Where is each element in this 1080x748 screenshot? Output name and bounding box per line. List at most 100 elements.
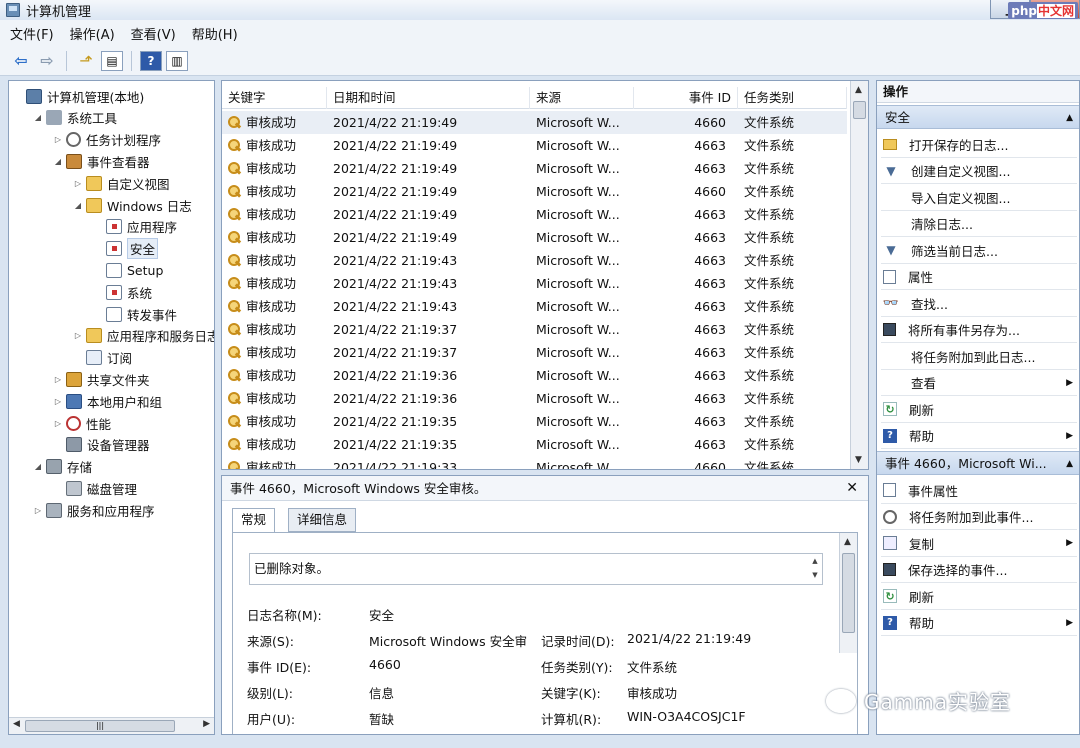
table-row[interactable]: 审核成功 2021/4/22 21:19:49 Microsoft W... 4660… [222, 180, 847, 203]
table-row[interactable]: 审核成功 2021/4/22 21:19:36 Microsoft W... 4663… [222, 364, 847, 387]
expand-arrow-icon[interactable]: ▷ [53, 375, 63, 384]
expand-arrow-icon[interactable]: ▷ [33, 506, 43, 515]
action-item[interactable]: ↻ 刷新 [877, 396, 1079, 422]
actions-section-event[interactable]: 事件 4660，Microsoft Wi... ▲ [877, 451, 1079, 475]
tree-item[interactable]: ▷ 自定义视图 [73, 172, 170, 194]
tree-item[interactable]: ▷ 服务和应用程序 [33, 499, 155, 521]
expand-arrow-icon[interactable]: ▷ [73, 179, 83, 188]
tab-general[interactable]: 常规 [232, 508, 276, 533]
action-item[interactable]: 打开保存的日志... [877, 131, 1079, 157]
column-header-source[interactable]: 来源 [530, 87, 634, 109]
table-row[interactable]: 审核成功 2021/4/22 21:19:43 Microsoft W... 4663… [222, 249, 847, 272]
table-row[interactable]: 审核成功 2021/4/22 21:19:35 Microsoft W... 4663… [222, 410, 847, 433]
table-row[interactable]: 审核成功 2021/4/22 21:19:49 Microsoft W... 4663… [222, 134, 847, 157]
menu-action[interactable]: 操作(A) [70, 24, 115, 43]
table-row[interactable]: 审核成功 2021/4/22 21:19:43 Microsoft W... 4663… [222, 295, 847, 318]
tree-item[interactable]: ▷ 应用程序和服务日志 [73, 325, 214, 347]
collapse-arrow-icon[interactable]: ◢ [33, 113, 43, 122]
tree-item[interactable]: 系统 [93, 281, 152, 303]
tree-item[interactable]: ▷ 本地用户和组 [53, 390, 162, 412]
back-button[interactable]: ⇦ [10, 50, 32, 72]
table-row[interactable]: 审核成功 2021/4/22 21:19:37 Microsoft W... 4663… [222, 341, 847, 364]
scroll-thumb[interactable] [842, 553, 855, 633]
menu-view[interactable]: 查看(V) [131, 24, 176, 43]
tree-item[interactable]: ◢ 存储 [33, 456, 92, 478]
scroll-thumb[interactable] [853, 101, 866, 119]
action-item[interactable]: 属性 [877, 264, 1079, 290]
action-item[interactable]: 将所有事件另存为... [877, 317, 1079, 343]
close-detail-icon[interactable]: ✕ [846, 476, 858, 501]
detail-scrollbar[interactable]: ▲ [839, 533, 857, 653]
table-row[interactable]: 审核成功 2021/4/22 21:19:36 Microsoft W... 4663… [222, 387, 847, 410]
table-row[interactable]: 审核成功 2021/4/22 21:19:49 Microsoft W... 4663… [222, 203, 847, 226]
help-button[interactable]: ? [140, 50, 162, 71]
action-item[interactable]: 保存选择的事件... [877, 557, 1079, 583]
tree-item[interactable]: ▷ 性能 [53, 412, 111, 434]
table-row[interactable]: 审核成功 2021/4/22 21:19:49 Microsoft W... 4663… [222, 226, 847, 249]
show-hide-action-pane-button[interactable]: ▥ [166, 50, 188, 71]
expand-arrow-icon[interactable]: ▷ [53, 135, 63, 144]
tab-details[interactable]: 详细信息 [288, 508, 357, 532]
scroll-left-icon[interactable]: ◀ [13, 719, 20, 729]
scroll-up-icon[interactable]: ▲ [844, 537, 851, 547]
action-item[interactable]: 导入自定义视图... [877, 184, 1079, 210]
collapse-arrow-icon[interactable]: ◢ [73, 201, 83, 210]
collapse-arrow-icon[interactable]: ▲ [1066, 106, 1073, 128]
action-item[interactable]: ? 帮助 ▶ [877, 610, 1079, 636]
action-item[interactable]: 查看 ▶ [877, 370, 1079, 396]
table-row[interactable]: 审核成功 2021/4/22 21:19:43 Microsoft W... 4663… [222, 272, 847, 295]
show-hide-tree-button[interactable]: ▤ [101, 50, 123, 71]
action-item[interactable]: 👓 查找... [877, 290, 1079, 316]
table-row[interactable]: 审核成功 2021/4/22 21:19:33 Microsoft W... 4660… [222, 456, 847, 469]
action-item[interactable]: ↻ 刷新 [877, 583, 1079, 609]
action-item[interactable]: 将任务附加到此日志... [877, 343, 1079, 369]
action-item[interactable]: 将任务附加到此事件... [877, 504, 1079, 530]
tree-item[interactable]: ◢ 事件查看器 [53, 150, 150, 172]
action-item[interactable]: ▼ 创建自定义视图... [877, 158, 1079, 184]
tree-horizontal-scrollbar[interactable]: ◀ ||| ▶ [9, 717, 214, 734]
scroll-down-icon[interactable]: ▼ [855, 455, 862, 465]
tree-item[interactable]: 应用程序 [93, 216, 177, 238]
description-scrollbar[interactable]: ▲ ▼ [808, 554, 822, 584]
table-row[interactable]: 审核成功 2021/4/22 21:19:49 Microsoft W... 4660… [222, 111, 847, 134]
collapse-arrow-icon[interactable]: ▲ [1066, 452, 1073, 474]
event-list-scrollbar[interactable]: ▲ ▼ [850, 81, 868, 469]
event-keyword: 审核成功 [222, 272, 327, 295]
table-row[interactable]: 审核成功 2021/4/22 21:19:37 Microsoft W... 4663… [222, 318, 847, 341]
actions-section-security[interactable]: 安全 ▲ [877, 105, 1079, 129]
forward-button[interactable]: ⇨ [36, 50, 58, 72]
table-row[interactable]: 审核成功 2021/4/22 21:19:35 Microsoft W... 4663… [222, 433, 847, 456]
column-header-datetime[interactable]: 日期和时间 [327, 87, 530, 109]
tree-item[interactable]: 转发事件 [93, 303, 177, 325]
tree-item[interactable]: ▷ 共享文件夹 [53, 368, 150, 390]
action-item[interactable]: 复制 ▶ [877, 530, 1079, 556]
tree-item[interactable]: Setup [93, 259, 163, 281]
expand-arrow-icon[interactable]: ▷ [53, 419, 63, 428]
action-item[interactable]: ? 帮助 ▶ [877, 423, 1079, 449]
table-row[interactable]: 审核成功 2021/4/22 21:19:49 Microsoft W... 4663… [222, 157, 847, 180]
column-header-keyword[interactable]: 关键字 [222, 87, 327, 109]
action-item[interactable]: 清除日志... [877, 211, 1079, 237]
collapse-arrow-icon[interactable]: ◢ [53, 157, 63, 166]
scroll-right-icon[interactable]: ▶ [203, 719, 210, 729]
menu-help[interactable]: 帮助(H) [192, 24, 238, 43]
tree-item[interactable]: 设备管理器 [53, 434, 150, 456]
tree-item[interactable]: 磁盘管理 [53, 477, 137, 499]
expand-arrow-icon[interactable]: ▷ [73, 331, 83, 340]
action-item[interactable]: ▼ 筛选当前日志... [877, 237, 1079, 263]
tree-item[interactable]: ◢ Windows 日志 [73, 194, 192, 216]
action-item[interactable]: 事件属性 [877, 477, 1079, 503]
column-header-task-category[interactable]: 任务类别 [738, 87, 847, 109]
scroll-thumb[interactable]: ||| [25, 720, 175, 732]
column-header-event-id[interactable]: 事件 ID [634, 87, 738, 109]
scroll-up-icon[interactable]: ▲ [855, 85, 862, 95]
tree-item[interactable]: ◢ 系统工具 [33, 107, 117, 129]
tree-item[interactable]: 计算机管理(本地) [13, 85, 144, 107]
tree-item[interactable]: 安全 [93, 238, 159, 260]
collapse-arrow-icon[interactable]: ◢ [33, 462, 43, 471]
expand-arrow-icon[interactable]: ▷ [53, 397, 63, 406]
tree-item[interactable]: ▷ 任务计划程序 [53, 129, 161, 151]
up-level-button[interactable]: ⬏ [75, 50, 97, 72]
tree-item[interactable]: 订阅 [73, 347, 132, 369]
menu-file[interactable]: 文件(F) [10, 24, 54, 43]
